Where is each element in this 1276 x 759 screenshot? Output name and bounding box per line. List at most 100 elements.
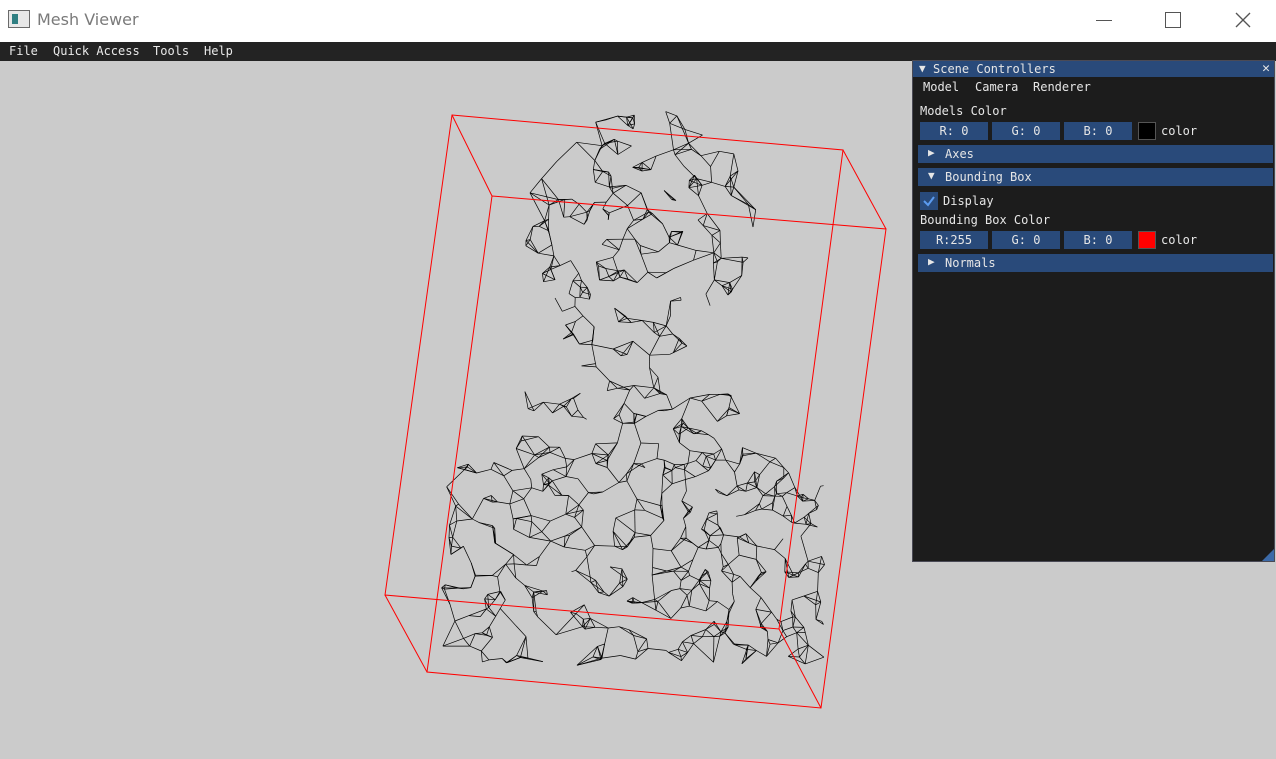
mesh-edge — [663, 459, 675, 465]
mesh-edge — [721, 448, 727, 461]
mesh-edge — [595, 122, 603, 146]
mesh-edge — [607, 387, 618, 391]
mesh-edge — [626, 532, 636, 548]
mesh-edge — [598, 591, 604, 593]
mesh-edge — [747, 471, 755, 484]
bbox-color-g-field[interactable]: G: 0 — [992, 231, 1060, 249]
mesh-edge — [634, 423, 642, 444]
models-color-r-field[interactable]: R: 0 — [920, 122, 988, 140]
mesh-edge — [534, 454, 539, 458]
mesh-edge — [687, 643, 694, 653]
mesh-edge — [571, 392, 581, 400]
mesh-edge — [723, 534, 740, 538]
mesh-edge — [530, 479, 533, 488]
models-color-b-field[interactable]: B: 0 — [1064, 122, 1132, 140]
mesh-edge — [673, 142, 689, 151]
resize-grip[interactable] — [1262, 549, 1274, 561]
section-normals[interactable]: ▶ Normals — [918, 254, 1273, 272]
mesh-edge — [649, 353, 670, 356]
tab-camera[interactable]: Camera — [975, 80, 1018, 94]
display-label: Display — [943, 194, 994, 208]
mesh-edge — [601, 239, 608, 245]
mesh-edge — [515, 625, 527, 637]
mesh-edge — [680, 605, 690, 609]
mesh-edge — [664, 466, 673, 471]
mesh-edge — [522, 435, 539, 438]
mesh-edge — [680, 559, 694, 568]
mesh-edge — [577, 478, 589, 493]
mesh-edge — [592, 169, 596, 183]
section-axes[interactable]: ▶ Axes — [918, 145, 1273, 163]
close-button[interactable] — [1207, 0, 1276, 42]
mesh-edge — [489, 616, 496, 627]
mesh-edge — [661, 474, 664, 494]
mesh-edge — [634, 535, 651, 538]
mesh-edge — [538, 252, 554, 257]
mesh-edge — [721, 256, 743, 259]
section-bounding-box[interactable]: ▼ Bounding Box — [918, 168, 1273, 186]
menu-file[interactable]: File — [9, 44, 38, 58]
mesh-edge — [772, 509, 784, 517]
mesh-edge — [633, 413, 646, 417]
mesh-edge — [713, 438, 722, 450]
mesh-edge — [782, 515, 792, 523]
mesh-edge — [468, 615, 481, 617]
mesh-edge — [470, 576, 476, 588]
maximize-button[interactable] — [1137, 0, 1207, 42]
mesh-edge — [760, 597, 772, 613]
mesh-edge — [469, 645, 482, 652]
mesh-edge — [512, 468, 525, 471]
mesh-edge — [533, 401, 544, 412]
panel-close-icon[interactable]: ✕ — [1262, 61, 1270, 76]
collapse-triangle-icon[interactable]: ▼ — [919, 62, 926, 75]
display-checkbox[interactable] — [920, 192, 938, 210]
checkmark-icon — [923, 196, 935, 207]
minimize-button[interactable] — [1068, 0, 1138, 42]
mesh-edge — [761, 508, 773, 511]
title-bar: Mesh Viewer — [0, 0, 1276, 42]
mesh-edge — [711, 235, 721, 244]
mesh-edge — [552, 403, 560, 414]
tab-renderer[interactable]: Renderer — [1033, 80, 1091, 94]
mesh-edge — [786, 632, 797, 638]
mesh-edge — [575, 613, 584, 620]
panel-title-bar[interactable]: ▼ Scene Controllers ✕ — [913, 61, 1274, 77]
mesh-edge — [542, 273, 544, 282]
menu-quick-access[interactable]: Quick Access — [53, 44, 140, 58]
mesh-edge — [780, 616, 793, 622]
mesh-edge — [575, 315, 584, 322]
mesh-edge — [711, 230, 721, 236]
mesh-edge — [569, 526, 582, 536]
mesh-edge — [726, 485, 738, 496]
mesh-edge — [449, 525, 454, 538]
models-color-swatch[interactable] — [1138, 122, 1156, 140]
models-color-g-field[interactable]: G: 0 — [992, 122, 1060, 140]
mesh-edge — [523, 487, 532, 500]
mesh-edge — [538, 446, 550, 458]
menu-tools[interactable]: Tools — [153, 44, 189, 58]
mesh-edge — [696, 250, 714, 254]
mesh-edge — [572, 333, 580, 345]
mesh-edge — [597, 646, 603, 659]
mesh-edge — [665, 111, 678, 117]
mesh-edge — [594, 171, 603, 183]
mesh-edge — [463, 546, 472, 564]
mesh-edge — [653, 322, 667, 327]
mesh-edge — [691, 635, 703, 638]
bbox-color-b-field[interactable]: B: 0 — [1064, 231, 1132, 249]
bbox-color-swatch[interactable] — [1138, 231, 1156, 249]
mesh-edge — [669, 122, 686, 130]
mesh-edge — [575, 556, 588, 571]
mesh-edge — [595, 363, 597, 367]
mesh-edge — [512, 518, 514, 530]
mesh-edge — [541, 161, 557, 179]
mesh-edge — [706, 453, 714, 457]
mesh-edge — [609, 380, 618, 389]
mesh-edge — [472, 518, 480, 523]
bbox-color-r-field[interactable]: R:255 — [920, 231, 988, 249]
mesh-edge — [703, 518, 708, 531]
menu-help[interactable]: Help — [204, 44, 233, 58]
mesh-edge — [674, 154, 685, 167]
tab-model[interactable]: Model — [923, 80, 959, 94]
mesh-edge — [733, 573, 741, 577]
